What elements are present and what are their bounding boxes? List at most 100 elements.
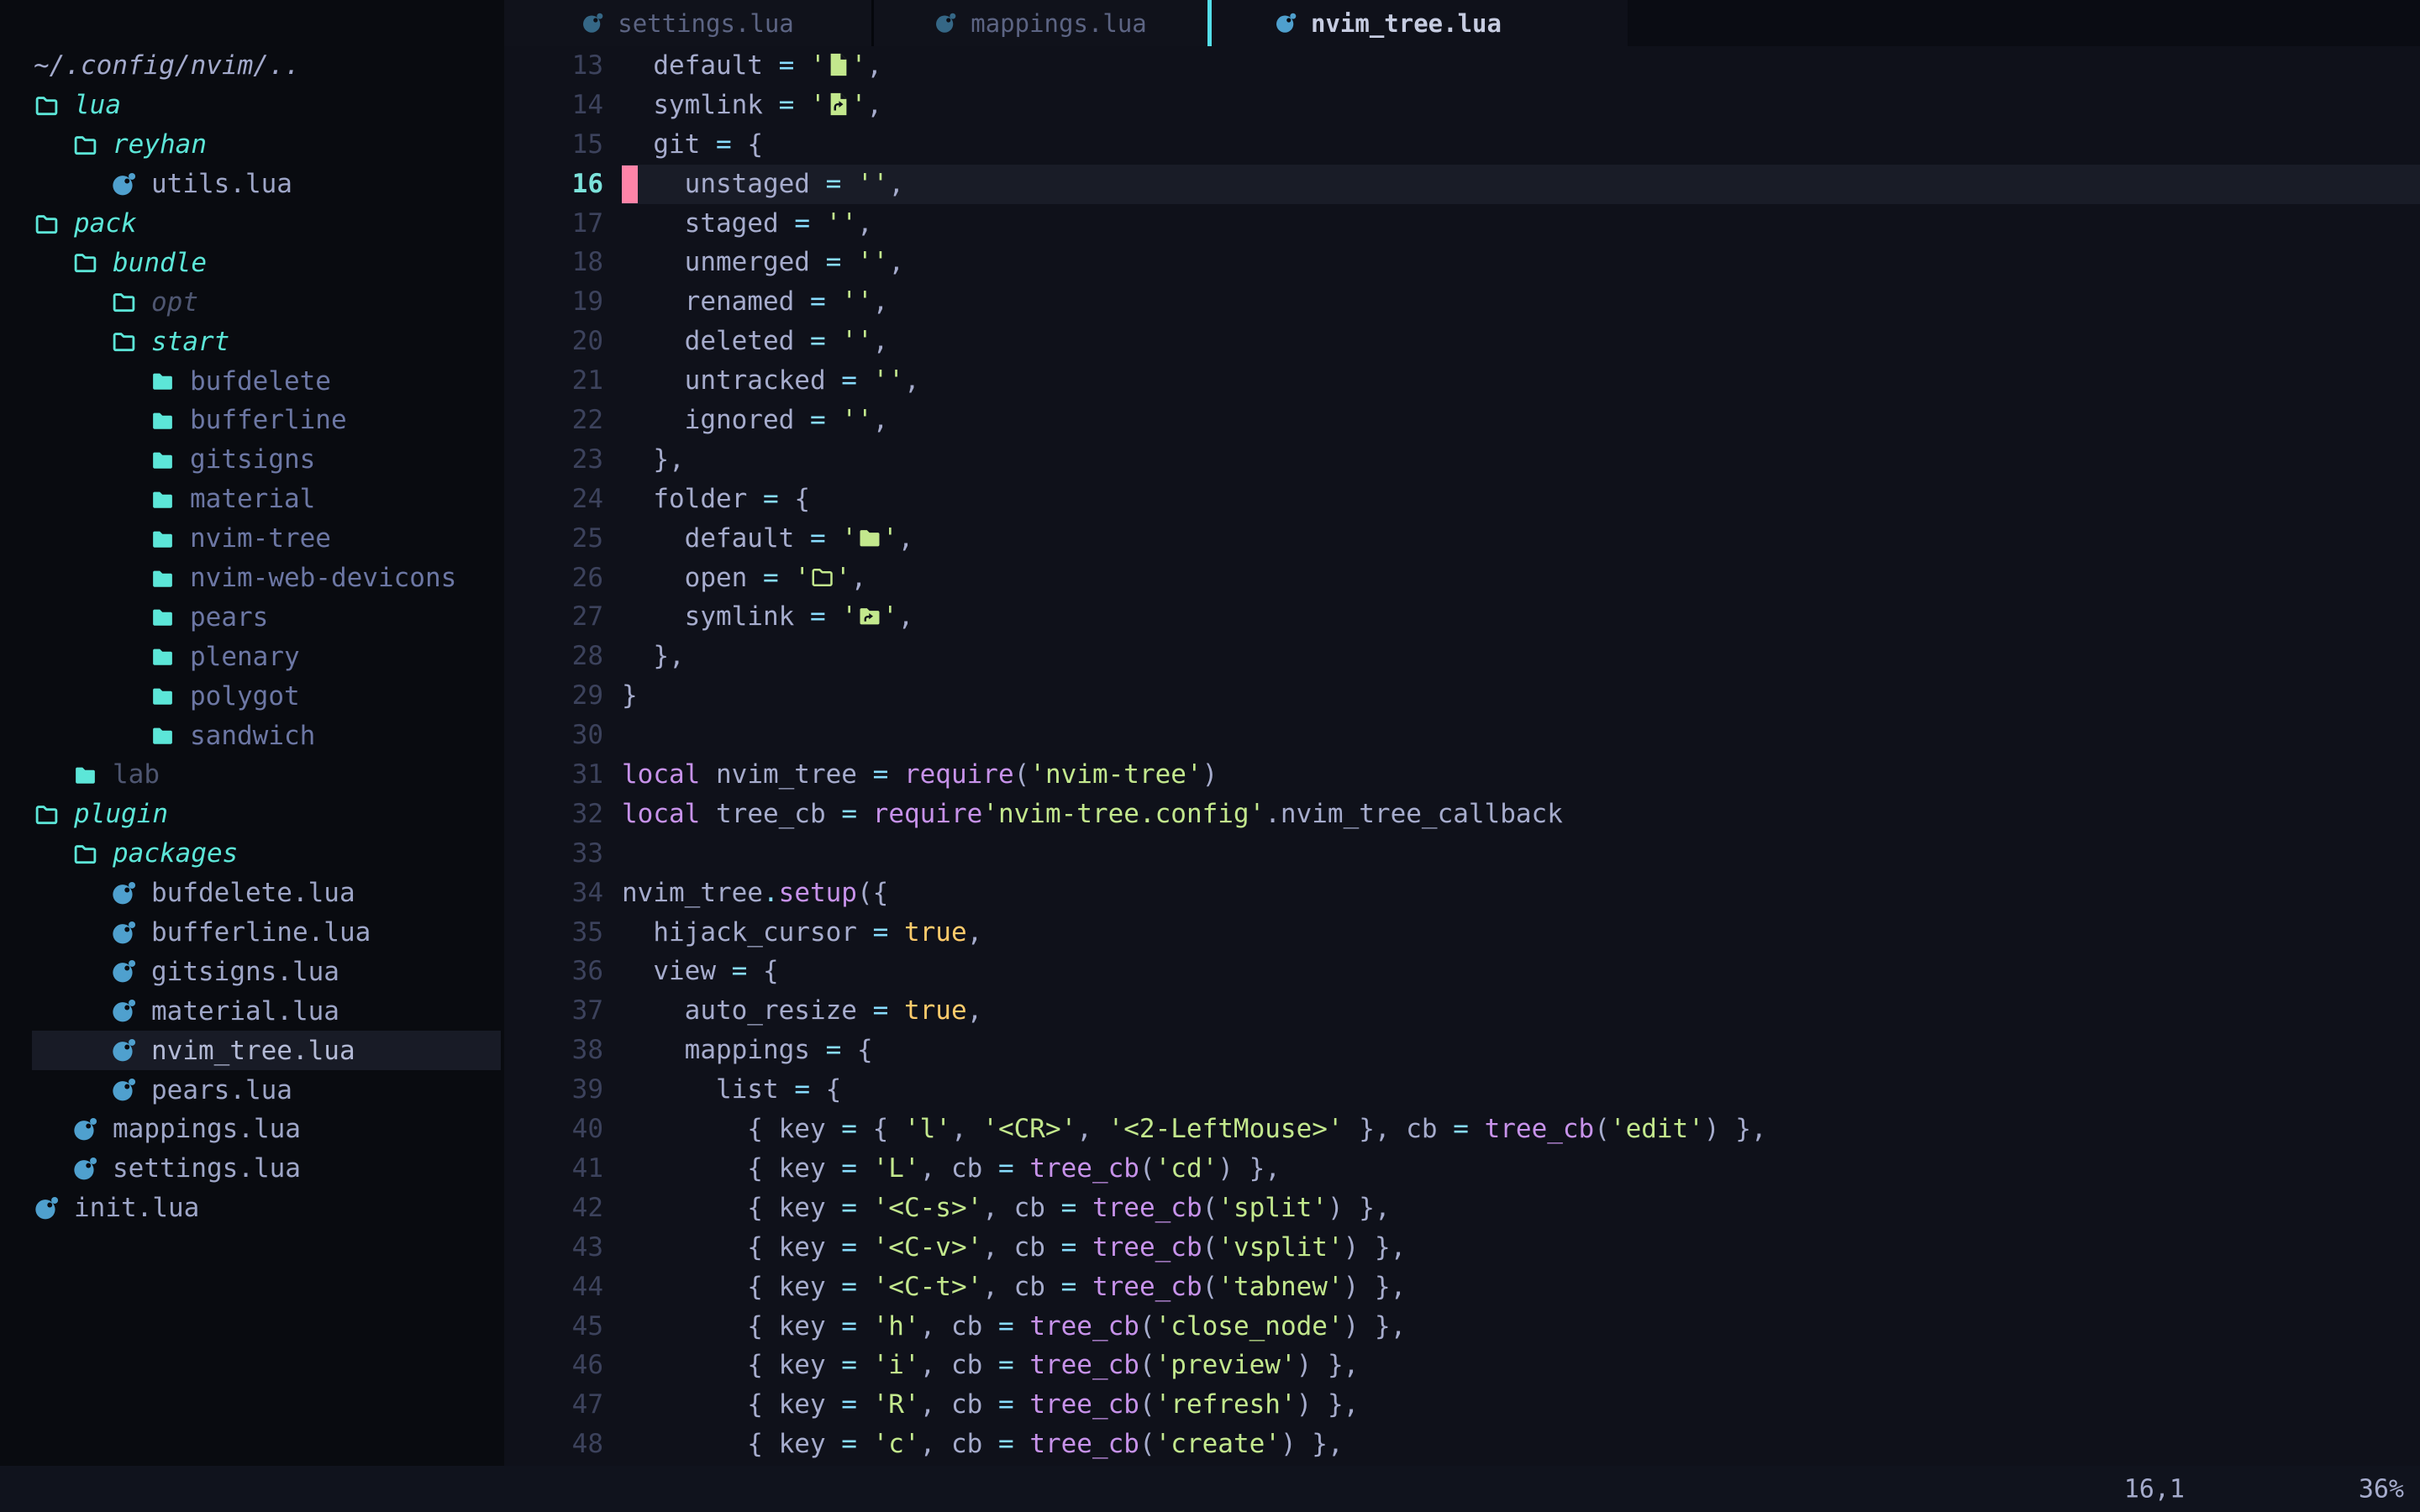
token: '' — [841, 326, 872, 356]
token — [1076, 1193, 1092, 1223]
token: '<2-LeftMouse>' — [1108, 1114, 1344, 1144]
code-line-38[interactable]: 38 mappings = { — [504, 1031, 2420, 1070]
folder-filled-icon — [150, 447, 176, 473]
code-line-40[interactable]: 40 { key = { 'l', '<CR>', '<2-LeftMouse>… — [504, 1110, 2420, 1149]
code-line-47[interactable]: 47 { key = 'R', cb = tree_cb('refresh') … — [504, 1385, 2420, 1425]
tree-item-label: pears — [190, 602, 268, 633]
code-line-45[interactable]: 45 { key = 'h', cb = tree_cb('close_node… — [504, 1307, 2420, 1347]
code-line-22[interactable]: 22 ignored = '', — [504, 401, 2420, 440]
code-line-46[interactable]: 46 { key = 'i', cb = tree_cb('preview') … — [504, 1346, 2420, 1385]
code-line-32[interactable]: 32local tree_cb = require'nvim-tree.conf… — [504, 795, 2420, 834]
code-line-text: auto_resize = true, — [622, 991, 2420, 1031]
token: { — [747, 956, 778, 986]
tree-item-label: plenary — [190, 642, 300, 672]
code-line-17[interactable]: 17 staged = '', — [504, 204, 2420, 244]
code-line-25[interactable]: 25 default = '', — [504, 519, 2420, 559]
code-line-42[interactable]: 42 { key = '<C-s>', cb = tree_cb('split'… — [504, 1189, 2420, 1228]
code-line-33[interactable]: 33 — [504, 834, 2420, 874]
code-line-30[interactable]: 30 — [504, 716, 2420, 755]
tree-item-reyhan[interactable]: reyhan — [0, 125, 504, 165]
tree-item-bufdelete.lua[interactable]: bufdelete.lua — [0, 874, 504, 913]
tree-item-bundle[interactable]: bundle — [0, 243, 504, 282]
code-line-24[interactable]: 24 folder = { — [504, 480, 2420, 519]
tree-item-pack[interactable]: pack — [0, 204, 504, 244]
code-line-text: { key = 'c', cb = tree_cb('create') }, — [622, 1425, 2420, 1464]
code-line-18[interactable]: 18 unmerged = '', — [504, 243, 2420, 282]
code-line-19[interactable]: 19 renamed = '', — [504, 282, 2420, 322]
tree-item-gitsigns.lua[interactable]: gitsigns.lua — [0, 952, 504, 991]
tree-item-bufdelete[interactable]: bufdelete — [0, 361, 504, 401]
token: ( — [1139, 1311, 1155, 1341]
code-line-41[interactable]: 41 { key = 'L', cb = tree_cb('cd') }, — [504, 1149, 2420, 1189]
code-line-35[interactable]: 35 hijack_cursor = true, — [504, 913, 2420, 953]
code-line-26[interactable]: 26 open = '', — [504, 559, 2420, 598]
tree-item-packages[interactable]: packages — [0, 834, 504, 874]
code-line-21[interactable]: 21 untracked = '', — [504, 361, 2420, 401]
tree-item-label: packages — [113, 838, 238, 869]
code-line-13[interactable]: 13 default = '', — [504, 46, 2420, 86]
tree-item-init.lua[interactable]: init.lua — [0, 1189, 504, 1228]
code-line-39[interactable]: 39 list = { — [504, 1070, 2420, 1110]
line-number: 24 — [504, 480, 613, 519]
tree-item-polygot[interactable]: polygot — [0, 676, 504, 716]
tree-item-mappings.lua[interactable]: mappings.lua — [0, 1110, 504, 1149]
tree-item-bufferline.lua[interactable]: bufferline.lua — [0, 913, 504, 953]
code-line-27[interactable]: 27 symlink = '', — [504, 597, 2420, 637]
tree-item-material.lua[interactable]: material.lua — [0, 991, 504, 1031]
tree-item-start[interactable]: start — [0, 322, 504, 361]
code-line-29[interactable]: 29} — [504, 676, 2420, 716]
tree-item-plugin[interactable]: plugin — [0, 795, 504, 834]
tree-item-lab[interactable]: lab — [0, 755, 504, 795]
tree-item-gitsigns[interactable]: gitsigns — [0, 440, 504, 480]
code-line-14[interactable]: 14 symlink = '', — [504, 86, 2420, 125]
code-line-44[interactable]: 44 { key = '<C-t>', cb = tree_cb('tabnew… — [504, 1268, 2420, 1307]
code-line-34[interactable]: 34nvim_tree.setup({ — [504, 874, 2420, 913]
tree-item-material[interactable]: material — [0, 480, 504, 519]
code-line-37[interactable]: 37 auto_resize = true, — [504, 991, 2420, 1031]
token: ( — [1202, 1193, 1218, 1223]
tab-settings.lua[interactable]: settings.lua — [504, 0, 871, 46]
code-line-43[interactable]: 43 { key = '<C-v>', cb = tree_cb('vsplit… — [504, 1228, 2420, 1268]
token: { key — [622, 1193, 841, 1223]
tree-item-plenary[interactable]: plenary — [0, 637, 504, 676]
token — [826, 405, 842, 435]
doc-link-icon — [826, 86, 851, 125]
tree-item-nvim-tree[interactable]: nvim-tree — [0, 519, 504, 559]
tree-item-nvim-web-devicons[interactable]: nvim-web-devicons — [0, 559, 504, 598]
code-line-16[interactable]: 16 unstaged = '', — [504, 165, 2420, 204]
line-number: 39 — [504, 1070, 613, 1110]
tree-item-sandwich[interactable]: sandwich — [0, 716, 504, 755]
tab-mappings.lua[interactable]: mappings.lua — [871, 0, 1207, 46]
code-line-20[interactable]: 20 deleted = '', — [504, 322, 2420, 361]
tree-item-pears.lua[interactable]: pears.lua — [0, 1070, 504, 1110]
code-line-text: staged = '', — [622, 204, 2420, 244]
token: tree_cb — [700, 799, 841, 829]
token — [826, 286, 842, 317]
tree-item--.config-nvim-..[interactable]: ~/.config/nvim/.. — [0, 46, 504, 86]
line-number: 43 — [504, 1228, 613, 1268]
token: '<CR>' — [982, 1114, 1076, 1144]
token — [826, 523, 842, 554]
tree-item-nvim-tree.lua[interactable]: nvim_tree.lua — [0, 1031, 504, 1070]
token — [888, 759, 904, 790]
tree-item-settings.lua[interactable]: settings.lua — [0, 1149, 504, 1189]
line-number: 46 — [504, 1346, 613, 1385]
code-editor[interactable]: 13 default = '',14 symlink = '',15 git =… — [504, 46, 2420, 1466]
tree-item-utils.lua[interactable]: utils.lua — [0, 165, 504, 204]
code-line-15[interactable]: 15 git = { — [504, 125, 2420, 165]
tree-item-opt[interactable]: opt — [0, 282, 504, 322]
code-line-36[interactable]: 36 view = { — [504, 952, 2420, 991]
folder-link-icon — [857, 597, 882, 637]
code-line-23[interactable]: 23 }, — [504, 440, 2420, 480]
tree-item-bufferline[interactable]: bufferline — [0, 401, 504, 440]
tree-item-pears[interactable]: pears — [0, 597, 504, 637]
code-line-28[interactable]: 28 }, — [504, 637, 2420, 676]
token: 'create' — [1155, 1429, 1281, 1459]
line-number: 20 — [504, 322, 613, 361]
tree-item-lua[interactable]: lua — [0, 86, 504, 125]
tab-nvim_tree.lua[interactable]: nvim_tree.lua — [1207, 0, 1628, 46]
token: ( — [1594, 1114, 1610, 1144]
code-line-48[interactable]: 48 { key = 'c', cb = tree_cb('create') }… — [504, 1425, 2420, 1464]
code-line-31[interactable]: 31local nvim_tree = require('nvim-tree') — [504, 755, 2420, 795]
line-number: 37 — [504, 991, 613, 1031]
